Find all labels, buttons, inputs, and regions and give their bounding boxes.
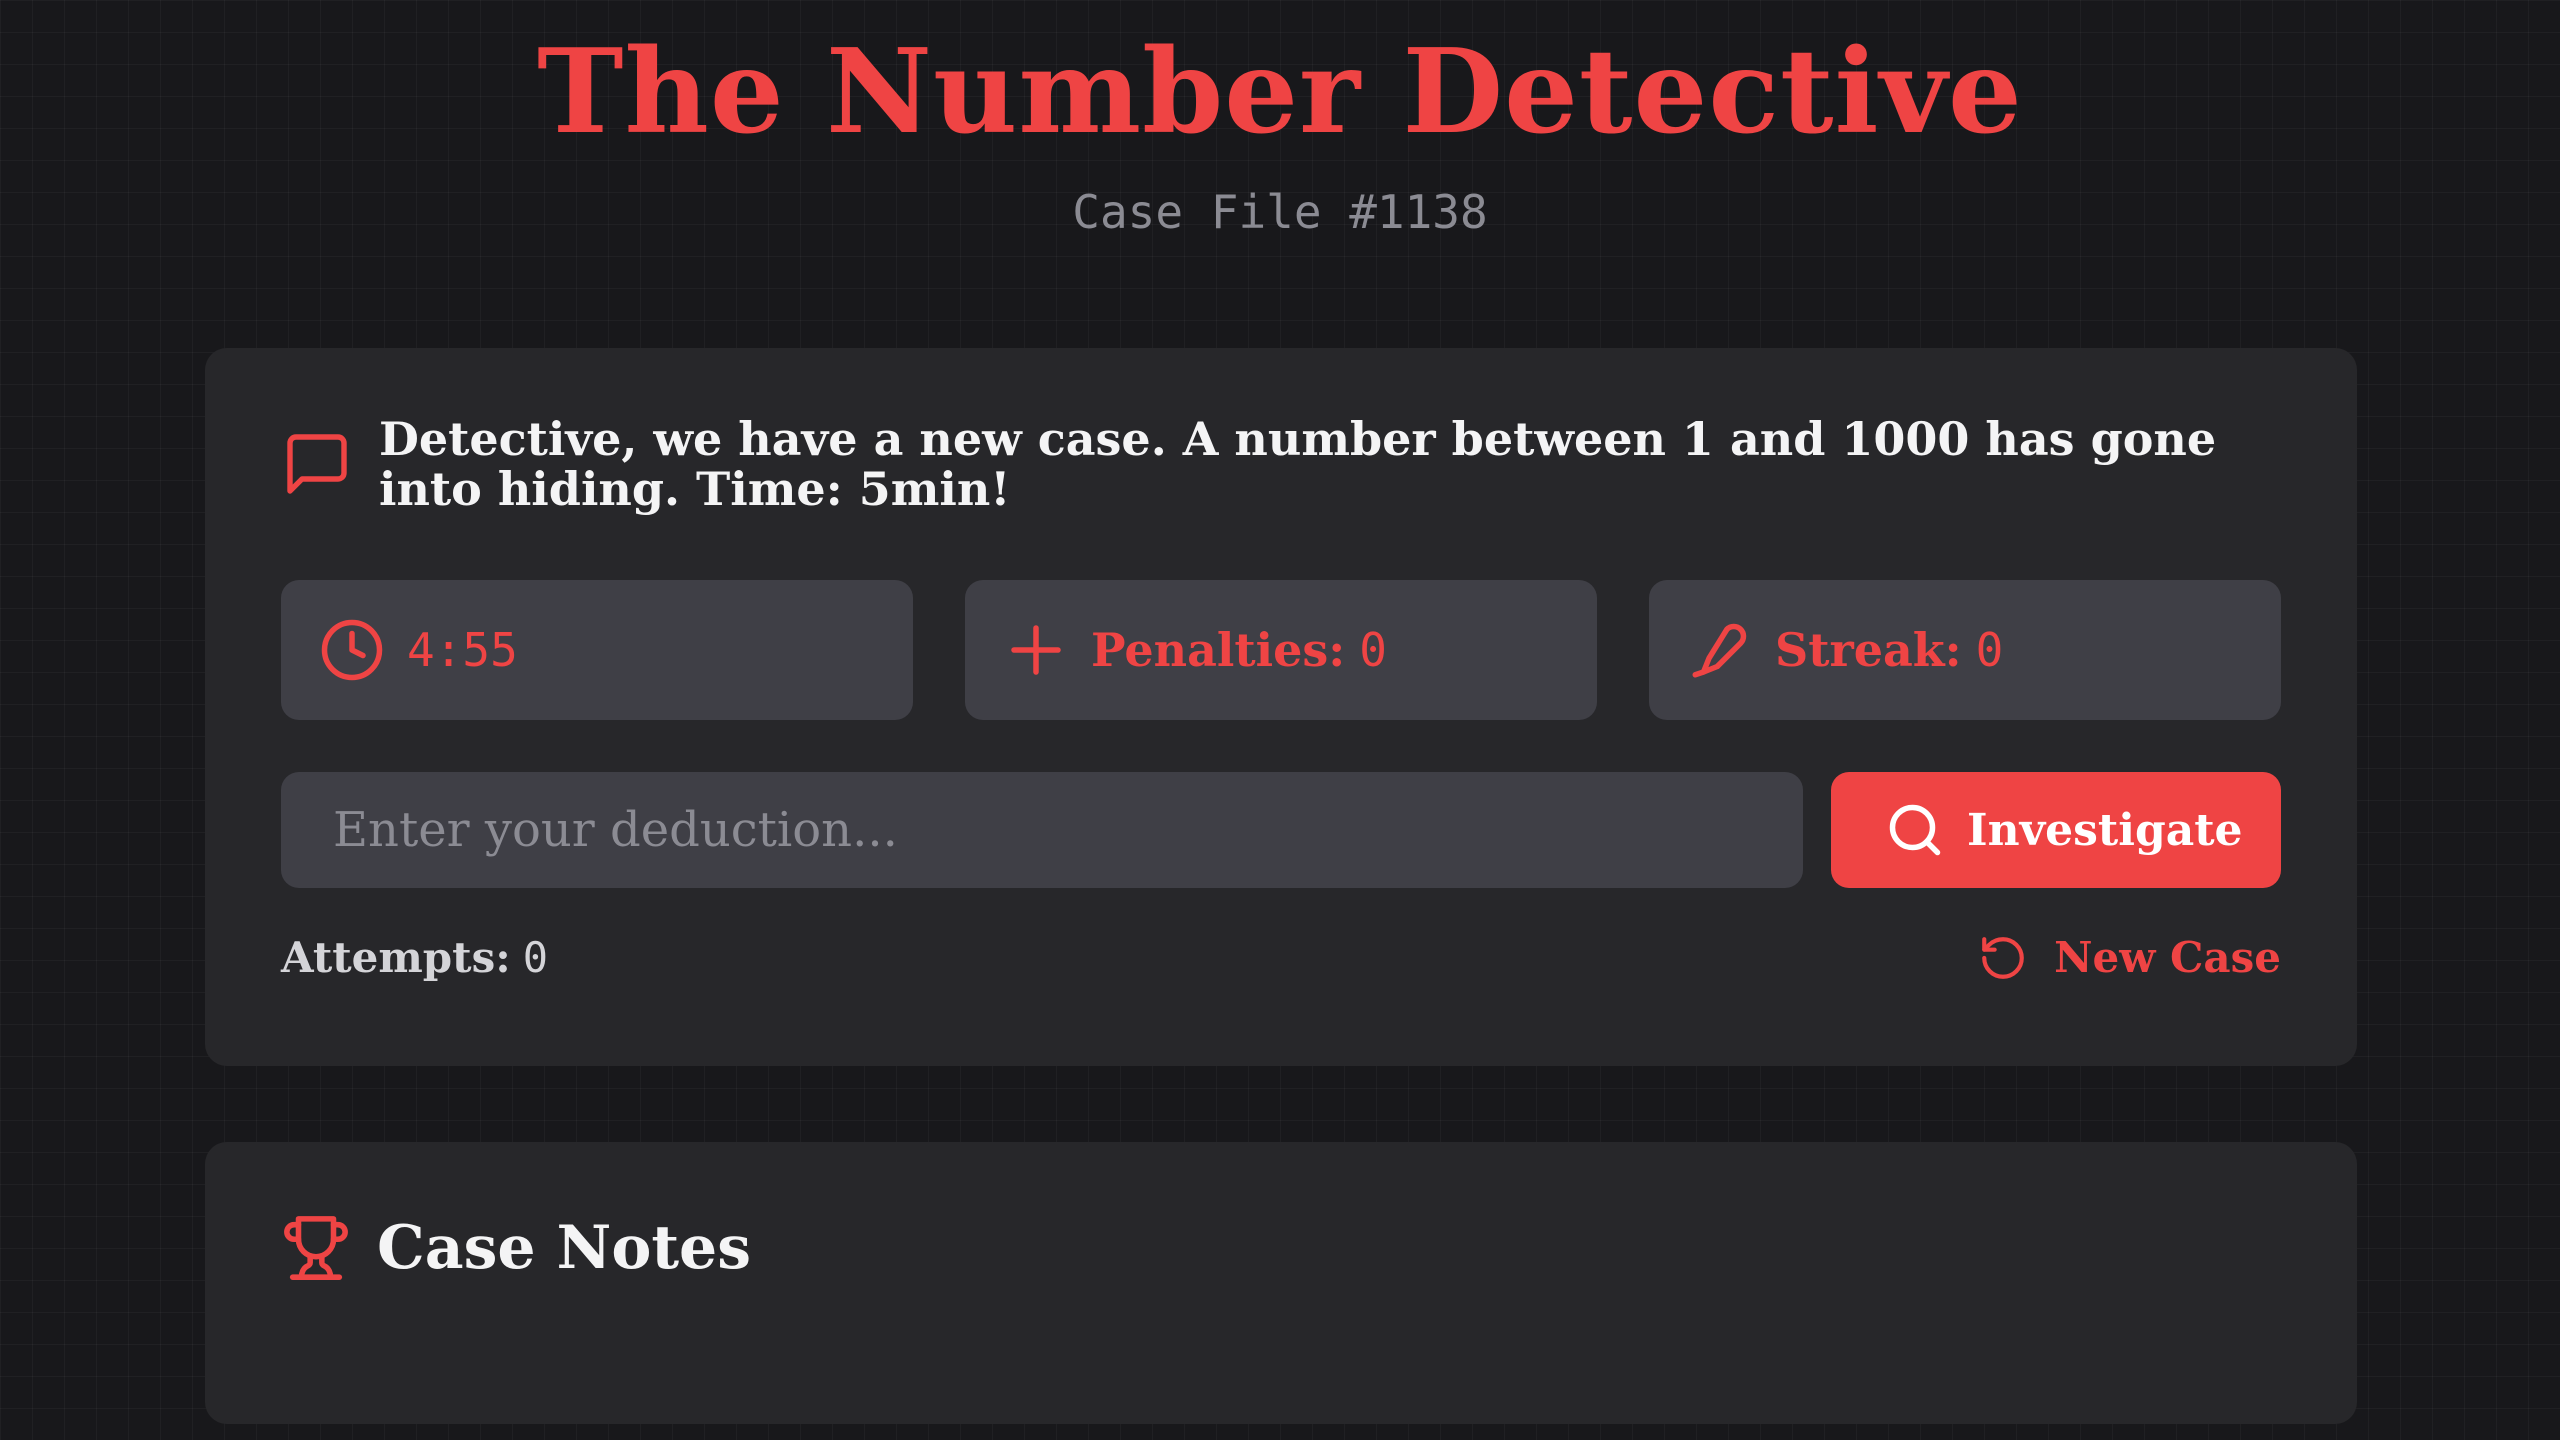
timer-stat: 4:55 — [281, 580, 913, 720]
case-notes-card: Case Notes — [205, 1142, 2357, 1424]
deduction-input[interactable] — [281, 772, 1803, 888]
case-notes-header: Case Notes — [281, 1210, 751, 1286]
pipette-icon — [1692, 623, 1747, 678]
search-icon — [1889, 804, 1941, 856]
attempts-label: Attempts: — [281, 933, 511, 982]
investigate-button[interactable]: Investigate — [1831, 772, 2281, 888]
attempts-counter: Attempts: 0 — [281, 928, 548, 988]
streak-value: 0 — [1975, 623, 2004, 677]
case-notes-title: Case Notes — [377, 1213, 752, 1283]
investigate-label: Investigate — [1967, 804, 2243, 856]
briefing-text: Detective, we have a new case. A number … — [379, 412, 2217, 516]
rotate-ccw-icon — [1982, 937, 2024, 979]
penalties-stat: Penalties: 0 — [965, 580, 1597, 720]
clock-icon — [321, 619, 383, 681]
new-case-label: New Case — [2054, 933, 2281, 982]
message-square-icon — [287, 434, 347, 494]
case-file-subtitle: Case File #1138 — [1072, 185, 1488, 239]
plus-icon — [1011, 625, 1061, 675]
attempts-value: 0 — [522, 933, 549, 982]
new-case-button[interactable]: New Case — [1978, 928, 2281, 988]
streak-stat: Streak: 0 — [1649, 580, 2281, 720]
stats-row: 4:55 Penalties: 0 Streak: 0 — [281, 580, 2281, 720]
game-card: Detective, we have a new case. A number … — [205, 348, 2357, 1066]
case-briefing: Detective, we have a new case. A number … — [281, 414, 2281, 514]
penalties-value: 0 — [1359, 623, 1387, 677]
penalties-label: Penalties: — [1091, 623, 1346, 677]
timer-value: 4:55 — [407, 623, 518, 677]
trophy-icon — [284, 1216, 348, 1280]
page-title: The Number Detective — [537, 24, 2023, 160]
streak-label: Streak: — [1775, 623, 1962, 677]
